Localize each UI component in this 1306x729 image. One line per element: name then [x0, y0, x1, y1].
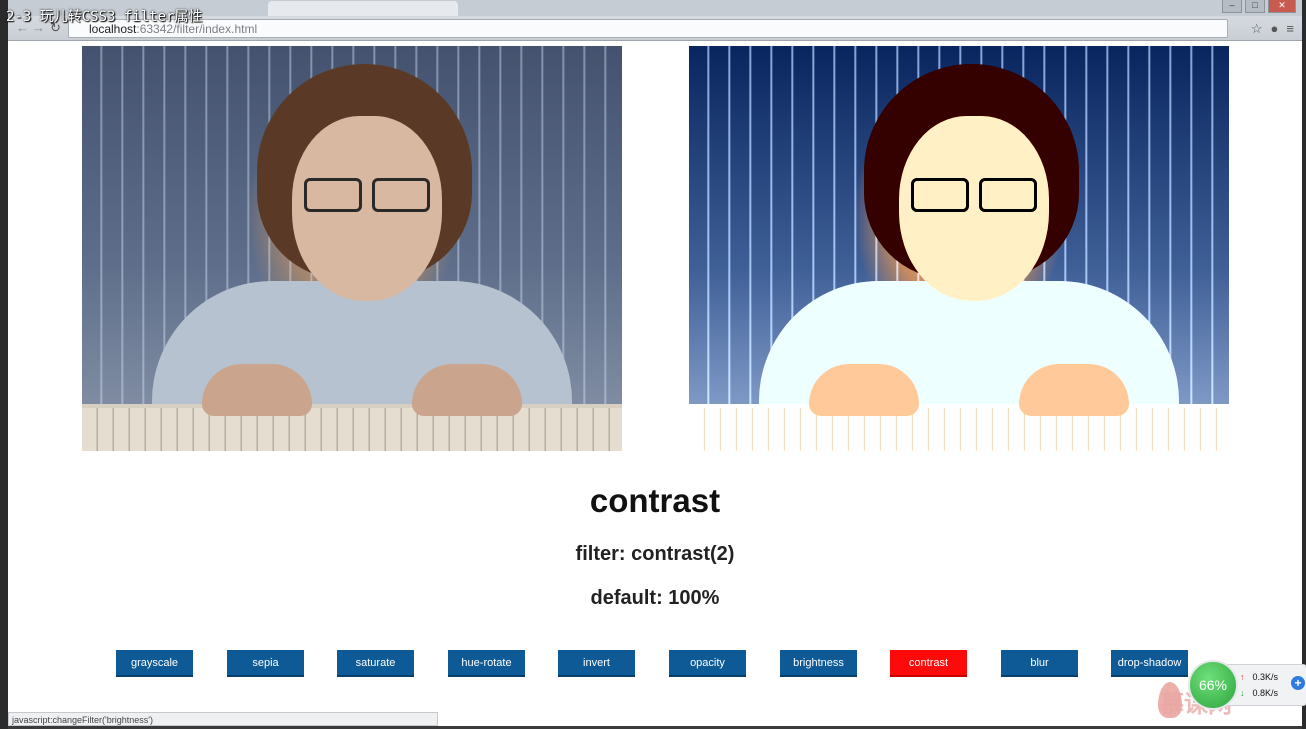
status-bar: javascript:changeFilter('brightness') — [8, 712, 438, 726]
star-icon[interactable]: ☆ — [1251, 21, 1263, 37]
right-hand-shape — [1019, 364, 1129, 416]
filter-usage-text: filter: contrast(2) — [575, 543, 735, 565]
address-bar[interactable]: localhost:63342/filter/index.html — [68, 19, 1228, 38]
video-title: 2-3 玩儿转CSS3 filter属性 — [6, 9, 203, 25]
grayscale-button[interactable]: grayscale — [116, 650, 193, 677]
glasses-right-lens — [372, 178, 430, 212]
plus-icon[interactable]: + — [1291, 676, 1305, 690]
filter-button-row: grayscale sepia saturate hue-rotate inve… — [0, 650, 1306, 677]
original-image — [82, 46, 622, 451]
drop-shadow-button[interactable]: drop-shadow — [1111, 650, 1188, 677]
glasses-left-lens — [304, 178, 362, 212]
filter-default-text: default: 100% — [590, 587, 720, 609]
saturate-button[interactable]: saturate — [337, 650, 414, 677]
glasses-right-lens — [979, 178, 1037, 212]
upload-arrow-icon: ↑ — [1240, 672, 1245, 682]
filtered-image — [689, 46, 1229, 451]
toolbar-icons: ☆ ● ≡ — [1251, 21, 1294, 37]
window-controls: – □ ✕ — [1222, 0, 1296, 13]
right-hand-shape — [412, 364, 522, 416]
download-speed: ↓ 0.8K/s — [1240, 688, 1278, 698]
left-hand-shape — [202, 364, 312, 416]
download-arrow-icon: ↓ — [1240, 688, 1245, 698]
minimize-button[interactable]: – — [1222, 0, 1242, 13]
keyboard-shape — [82, 404, 622, 451]
upload-speed-value: 0.3K/s — [1252, 672, 1279, 682]
blur-button[interactable]: blur — [1001, 650, 1078, 677]
opacity-button[interactable]: opacity — [669, 650, 746, 677]
hue-rotate-button[interactable]: hue-rotate — [448, 650, 525, 677]
filter-name-heading: contrast — [589, 482, 721, 519]
maximize-button[interactable]: □ — [1245, 0, 1265, 13]
upload-speed: ↑ 0.3K/s — [1240, 672, 1278, 682]
close-window-button[interactable]: ✕ — [1268, 0, 1296, 13]
contrast-button[interactable]: contrast — [890, 650, 967, 677]
brightness-button[interactable]: brightness — [780, 650, 857, 677]
invert-button[interactable]: invert — [558, 650, 635, 677]
usage-gauge[interactable]: 66% — [1188, 660, 1238, 710]
left-hand-shape — [809, 364, 919, 416]
right-frame-border — [1302, 0, 1306, 729]
download-speed-value: 0.8K/s — [1252, 688, 1279, 698]
extension-icon[interactable]: ● — [1271, 21, 1279, 37]
sepia-button[interactable]: sepia — [227, 650, 304, 677]
menu-icon[interactable]: ≡ — [1286, 21, 1294, 37]
keyboard-shape — [689, 404, 1229, 451]
left-frame-border — [0, 0, 8, 729]
glasses-left-lens — [911, 178, 969, 212]
browser-tab[interactable] — [268, 1, 458, 16]
